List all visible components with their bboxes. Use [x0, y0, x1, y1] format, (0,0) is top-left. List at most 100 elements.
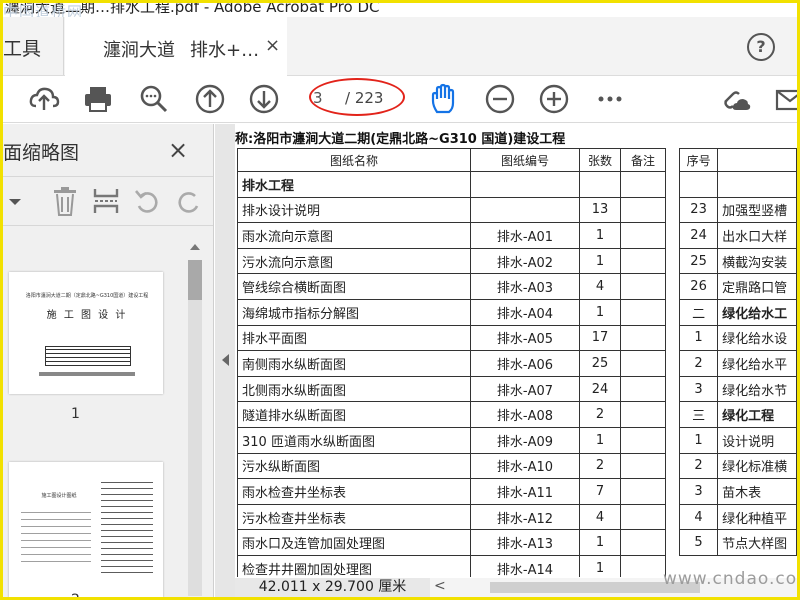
thumbnail-scrollbar[interactable] [185, 236, 203, 596]
table-row: 雨水检查井坐标表 排水-A11 7 [237, 478, 666, 505]
drawing-name-cell: 污水纵断面图 [237, 452, 471, 480]
collapse-arrow-icon[interactable] [219, 352, 231, 368]
table-row: 北侧雨水纵断面图 排水-A07 24 [237, 375, 666, 403]
side-item-cell: 绿化给水平 [717, 350, 797, 377]
note-cell [620, 324, 666, 352]
sheet-count-cell [579, 171, 621, 198]
note-cell [620, 196, 666, 224]
table-header-row: 序号 [678, 148, 797, 172]
share-link-icon[interactable] [719, 82, 753, 116]
panel-collapse-strip[interactable] [215, 124, 235, 597]
drawing-code-cell: 排水-A03 [470, 273, 580, 300]
more-icon[interactable] [593, 82, 627, 116]
drawing-name-cell: 检查井井圈加固处理图 [237, 554, 471, 577]
side-item-cell: 绿化给水设 [717, 324, 797, 352]
thumb1-text: 洛阳市瀍涧大道二期（定鼎北路~G310国道）建设工程 [25, 293, 149, 299]
side-number-cell: 1 [678, 324, 719, 352]
thumb2-list [21, 508, 91, 568]
document-view[interactable]: 称:洛阳市瀍涧大道二期(定鼎北路~G310 国道)建设工程 图纸名称 图纸编号 … [235, 124, 797, 577]
upload-icon[interactable] [27, 82, 61, 116]
watermark-bottom: www.cndao.com [663, 569, 800, 589]
drawing-name-cell: 南侧雨水纵断面图 [237, 350, 471, 377]
scroll-track[interactable] [188, 260, 202, 596]
side-item-cell: 绿化给水工 [717, 298, 797, 326]
side-list-table: 序号 23 加强型竖槽 24 出水口大样 25 横截沟安装 26 定鼎路口管二绿化给水工 1 绿化… [678, 148, 797, 556]
drawing-name-cell: 隧道排水纵断面图 [237, 401, 471, 428]
zoom-out-icon[interactable] [483, 82, 517, 116]
drawing-code-cell: 排水-A05 [470, 324, 580, 352]
print-icon[interactable] [81, 82, 115, 116]
side-item-cell: 苗木表 [717, 478, 797, 505]
scroll-up-icon[interactable] [188, 240, 202, 254]
side-number-cell: 25 [678, 247, 719, 275]
mail-icon[interactable] [773, 82, 800, 116]
help-icon[interactable]: ? [747, 33, 775, 61]
rotate-right-icon[interactable] [175, 187, 203, 215]
drawing-code-cell: 排水-A07 [470, 375, 580, 403]
note-cell [620, 478, 666, 505]
table-row: 污水纵断面图 排水-A10 2 [237, 452, 666, 480]
note-cell [620, 554, 666, 577]
side-item-cell: 设计说明 [717, 426, 797, 454]
drawing-code-cell: 排水-A12 [470, 503, 580, 531]
sheet-count-cell: 1 [579, 298, 621, 326]
table-row: 三绿化工程 [678, 401, 797, 428]
drawing-code-cell: 排水-A06 [470, 350, 580, 377]
side-item-cell: 绿化工程 [717, 401, 797, 428]
page-thumbnail-1[interactable]: 洛阳市瀍涧大道二期（定鼎北路~G310国道）建设工程 施 工 图 设 计 [9, 272, 163, 394]
note-cell [620, 273, 666, 300]
sheet-count-cell: 2 [579, 401, 621, 428]
drawing-name-cell: 310 匝道雨水纵断面图 [237, 426, 471, 454]
tab-tools[interactable]: 工具 [3, 34, 41, 61]
table-row: 检查井井圈加固处理图 排水-A14 1 [237, 554, 666, 577]
table-row: 排水平面图 排水-A05 17 [237, 324, 666, 352]
note-cell [620, 529, 666, 556]
zoom-in-icon[interactable] [537, 82, 571, 116]
table-row: 排水设计说明 13 [237, 196, 666, 224]
side-item-cell: 出水口大样 [717, 222, 797, 249]
page-dimensions: 42.011 x 29.700 厘米 [235, 578, 430, 597]
tab-close-icon[interactable]: × [265, 35, 280, 56]
trash-icon[interactable] [51, 185, 79, 217]
sheet-count-cell: 1 [579, 247, 621, 275]
scroll-thumb[interactable] [188, 260, 202, 300]
dropdown-icon[interactable] [7, 191, 23, 211]
side-number-cell: 4 [678, 503, 719, 531]
page-down-icon[interactable] [247, 82, 281, 116]
drawing-code-cell: 排水-A01 [470, 222, 580, 249]
scroll-left-icon[interactable]: < [434, 578, 446, 594]
table-row: 310 匝道雨水纵断面图 排水-A09 1 [237, 426, 666, 454]
note-cell [620, 401, 666, 428]
app-window: 瀍洞大道二期…排水工程.pdf - Adobe Acrobat Pro DC 中… [0, 0, 800, 600]
panel-close-icon[interactable]: × [168, 136, 188, 164]
toolbar: 3 / 223 [3, 76, 797, 123]
title-bar: 瀍洞大道二期…排水工程.pdf - Adobe Acrobat Pro DC 中… [3, 3, 797, 21]
table-row: 南侧雨水纵断面图 排水-A06 25 [237, 350, 666, 377]
table-row: 隧道排水纵断面图 排水-A08 2 [237, 401, 666, 428]
sheet-count-cell: 1 [579, 426, 621, 454]
tab-document[interactable]: 瀍涧大道 排水+… × [65, 17, 287, 76]
table-row: 25 横截沟安装 [678, 247, 797, 275]
drawing-list-table: 图纸名称 图纸编号 张数 备注 排水工程 排水设计说明 13 雨水流向示意图 排水-A0… [237, 148, 666, 577]
side-number-cell: 23 [678, 196, 719, 224]
note-cell [620, 350, 666, 377]
zoom-icon[interactable] [137, 82, 171, 116]
drawing-name-cell: 污水流向示意图 [237, 247, 471, 275]
drawing-code-cell: 排水-A02 [470, 247, 580, 275]
side-number-cell: 2 [678, 452, 719, 480]
page-thumbnail-2[interactable]: 施工图设计图纸 [9, 462, 163, 597]
table-row [678, 171, 797, 198]
table-row: 23 加强型竖槽 [678, 196, 797, 224]
insert-page-icon[interactable] [91, 185, 121, 217]
drawing-code-cell: 排水-A13 [470, 529, 580, 556]
page-navigator[interactable]: 3 / 223 [309, 78, 405, 116]
thumb2-table [101, 478, 153, 578]
side-number-cell: 5 [678, 529, 719, 556]
hand-icon[interactable] [427, 82, 461, 116]
side-item-cell: 绿化种植平 [717, 503, 797, 531]
tab-doc-name-2: 排水+… [190, 40, 260, 61]
sheet-count-cell: 1 [579, 554, 621, 577]
table-row: 雨水流向示意图 排水-A01 1 [237, 222, 666, 249]
rotate-left-icon[interactable] [133, 187, 161, 215]
page-up-icon[interactable] [193, 82, 227, 116]
